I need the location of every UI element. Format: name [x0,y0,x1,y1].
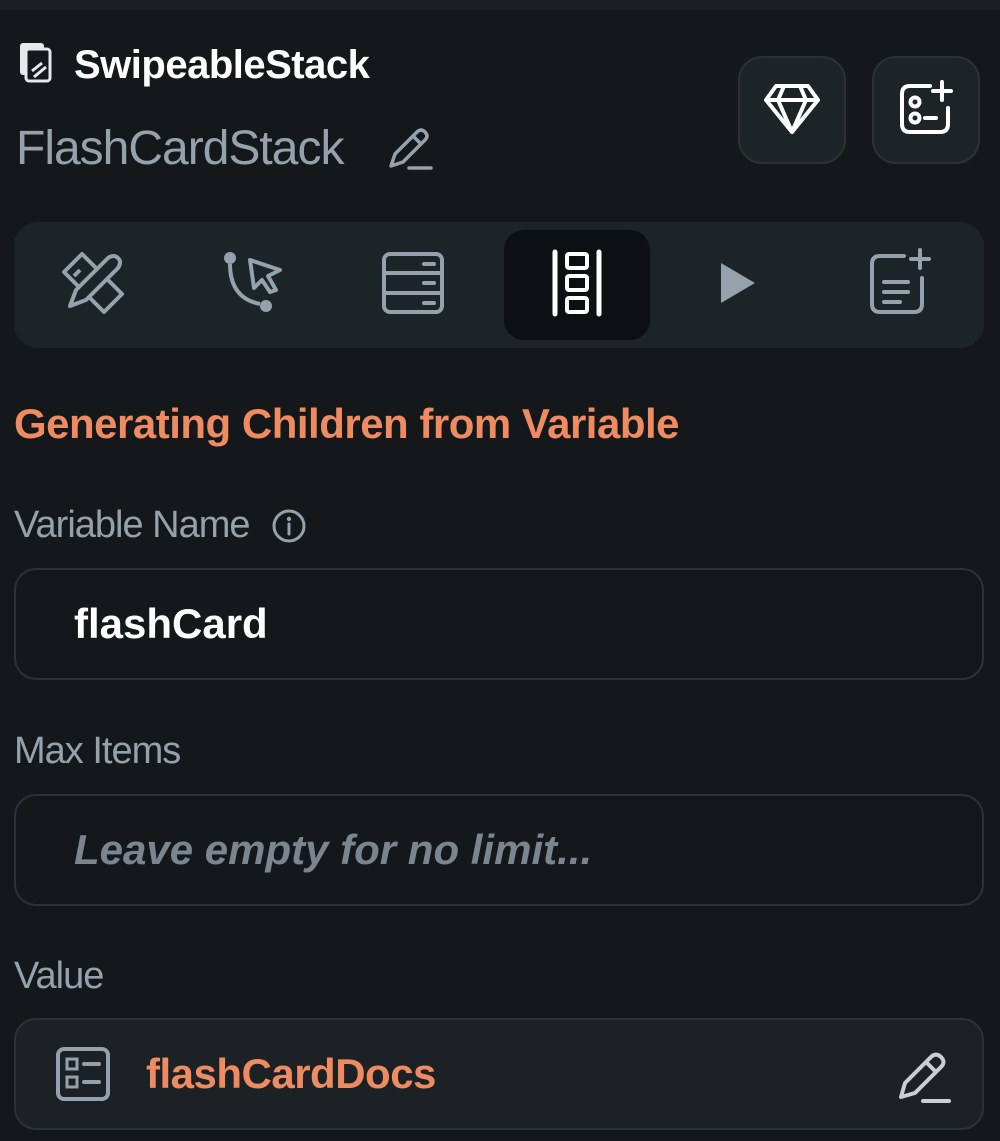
generate-children-icon [547,248,607,323]
property-tabs [14,222,984,348]
variable-name-input[interactable] [16,600,982,648]
value-text: flashCardDocs [146,1050,436,1097]
value-label-row: Value [14,955,104,998]
play-icon [715,259,759,312]
variable-name-label-row: Variable Name [14,504,308,547]
documentation-icon [864,247,934,323]
tab-properties[interactable] [20,230,166,340]
max-items-label: Max Items [14,730,181,772]
tab-actions[interactable] [180,230,326,340]
tab-documentation[interactable] [826,230,972,340]
widget-type-row: SwipeableStack [16,40,370,90]
pencil-icon[interactable] [381,120,437,176]
widget-name[interactable]: FlashCardStack [16,121,344,176]
variable-name-field [14,568,984,680]
add-widget-icon [896,78,956,143]
top-divider [0,0,1000,10]
info-icon[interactable] [270,507,308,545]
tab-preview[interactable] [664,230,810,340]
diamond-icon [762,80,822,141]
backend-query-icon [378,248,448,323]
widget-type-label: SwipeableStack [74,42,370,87]
widget-name-row: FlashCardStack [16,120,437,176]
section-title: Generating Children from Variable [14,400,680,447]
document-list-icon [54,1045,112,1103]
max-items-input[interactable] [16,826,982,874]
widget-header: SwipeableStack FlashCardStack [16,38,986,188]
action-flow-icon [216,246,290,325]
value-label: Value [14,955,104,997]
variable-name-label: Variable Name [14,504,251,546]
tab-generate-children[interactable] [504,230,650,340]
ruler-pencil-icon [56,246,130,325]
max-items-field [14,794,984,906]
swipeable-stack-icon [16,40,60,90]
add-widget-button[interactable] [872,56,980,164]
tab-backend-query[interactable] [340,230,486,340]
premium-button[interactable] [738,56,846,164]
max-items-label-row: Max Items [14,730,181,773]
value-selector[interactable]: flashCardDocs [14,1018,984,1130]
pencil-icon[interactable] [892,1046,954,1108]
